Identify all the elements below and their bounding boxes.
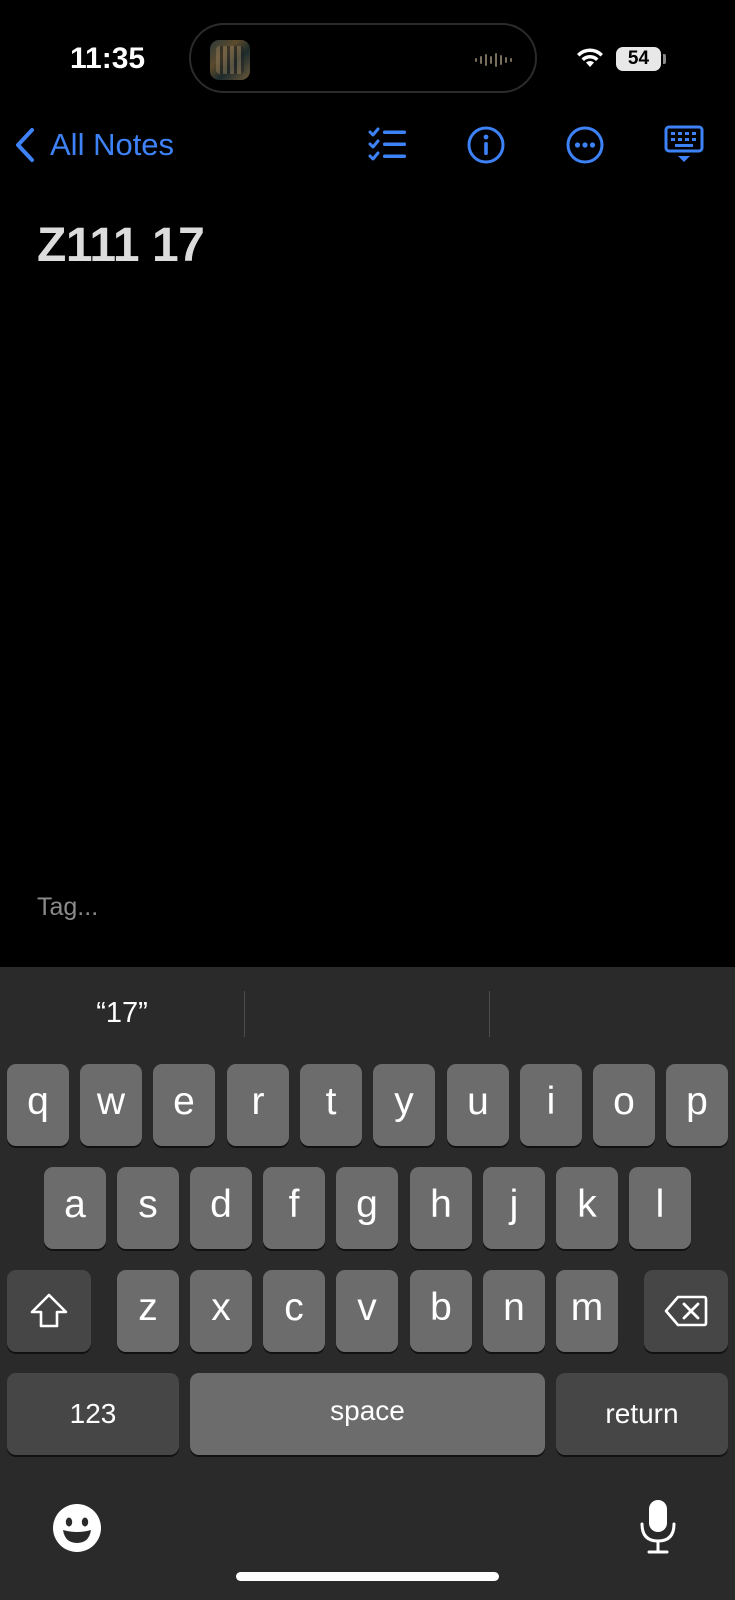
key-i[interactable]: i <box>520 1064 582 1146</box>
suggestion-1[interactable]: “17” <box>0 967 244 1057</box>
key-h[interactable]: h <box>410 1167 472 1249</box>
shift-key[interactable] <box>7 1270 91 1352</box>
return-key[interactable]: return <box>556 1373 728 1455</box>
suggestion-bar: “17” <box>0 967 735 1057</box>
back-label: All Notes <box>50 127 175 162</box>
key-d[interactable]: d <box>190 1167 252 1249</box>
microphone-icon[interactable] <box>636 1498 680 1556</box>
suggestion-3[interactable] <box>490 967 734 1057</box>
key-a[interactable]: a <box>44 1167 106 1249</box>
key-p[interactable]: p <box>666 1064 728 1146</box>
key-y[interactable]: y <box>373 1064 435 1146</box>
home-indicator[interactable] <box>236 1572 499 1581</box>
key-r[interactable]: r <box>227 1064 289 1146</box>
key-j[interactable]: j <box>483 1167 545 1249</box>
status-bar: 11:35 54 <box>0 0 735 110</box>
key-g[interactable]: g <box>336 1167 398 1249</box>
info-icon[interactable] <box>463 122 509 168</box>
nav-bar: All Notes <box>0 112 735 178</box>
tag-input[interactable]: Tag... <box>37 893 98 922</box>
key-t[interactable]: t <box>300 1064 362 1146</box>
keyboard: “17” q w e r t y u i o p a s d f g h j k… <box>0 967 735 1600</box>
battery-cap <box>663 54 666 64</box>
now-playing-artwork[interactable] <box>210 40 250 80</box>
checklist-icon[interactable] <box>365 122 411 168</box>
key-c[interactable]: c <box>263 1270 325 1352</box>
key-e[interactable]: e <box>153 1064 215 1146</box>
hide-keyboard-icon[interactable] <box>661 122 707 168</box>
wifi-icon <box>577 48 603 67</box>
numbers-key[interactable]: 123 <box>7 1373 179 1455</box>
back-button[interactable]: All Notes <box>14 122 174 168</box>
key-l[interactable]: l <box>629 1167 691 1249</box>
clock: 11:35 <box>70 42 146 75</box>
key-k[interactable]: k <box>556 1167 618 1249</box>
key-w[interactable]: w <box>80 1064 142 1146</box>
key-m[interactable]: m <box>556 1270 618 1352</box>
key-b[interactable]: b <box>410 1270 472 1352</box>
delete-icon <box>664 1295 708 1327</box>
chevron-left-icon <box>16 128 34 162</box>
key-o[interactable]: o <box>593 1064 655 1146</box>
emoji-icon[interactable] <box>51 1502 103 1554</box>
key-v[interactable]: v <box>336 1270 398 1352</box>
note-title[interactable]: Z111 17 <box>37 218 205 273</box>
more-icon[interactable] <box>562 122 608 168</box>
battery-indicator: 54 <box>616 47 661 71</box>
key-s[interactable]: s <box>117 1167 179 1249</box>
dynamic-island[interactable] <box>189 23 537 93</box>
delete-key[interactable] <box>644 1270 728 1352</box>
key-f[interactable]: f <box>263 1167 325 1249</box>
key-n[interactable]: n <box>483 1270 545 1352</box>
key-z[interactable]: z <box>117 1270 179 1352</box>
audio-waveform-icon <box>475 53 512 67</box>
key-q[interactable]: q <box>7 1064 69 1146</box>
shift-icon <box>30 1293 68 1328</box>
key-x[interactable]: x <box>190 1270 252 1352</box>
suggestion-2[interactable] <box>245 967 489 1057</box>
key-u[interactable]: u <box>447 1064 509 1146</box>
space-key[interactable]: space <box>190 1373 545 1455</box>
